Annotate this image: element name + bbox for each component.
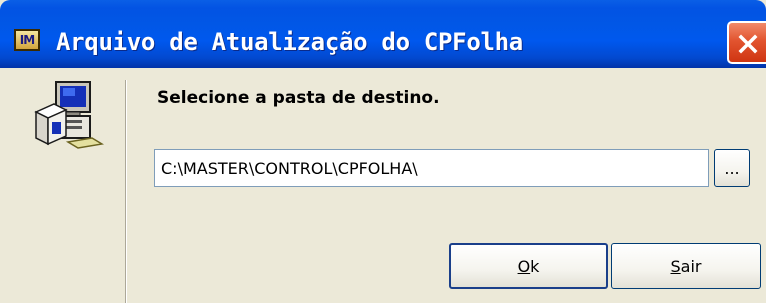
window-title: Arquivo de Atualização do CPFolha: [56, 28, 523, 56]
sair-button[interactable]: Sair: [611, 243, 761, 289]
browse-button-label: ...: [724, 158, 740, 178]
ok-mnemonic: O: [517, 256, 531, 276]
app-logo-icon: IM: [14, 29, 40, 51]
sair-mnemonic: S: [670, 256, 681, 276]
destination-path-input[interactable]: [154, 149, 709, 187]
setup-computer-icon: [34, 81, 104, 149]
ok-label-rest: k: [530, 256, 540, 276]
divider-highlight: [126, 80, 127, 303]
title-bar[interactable]: IM Arquivo de Atualização do CPFolha: [0, 0, 766, 68]
destination-prompt: Selecione a pasta de destino.: [157, 88, 440, 108]
sair-label-rest: air: [680, 256, 702, 276]
close-icon: [738, 34, 758, 54]
browse-button[interactable]: ...: [714, 149, 750, 187]
ok-button[interactable]: Ok: [449, 243, 608, 289]
close-button[interactable]: [727, 21, 766, 64]
